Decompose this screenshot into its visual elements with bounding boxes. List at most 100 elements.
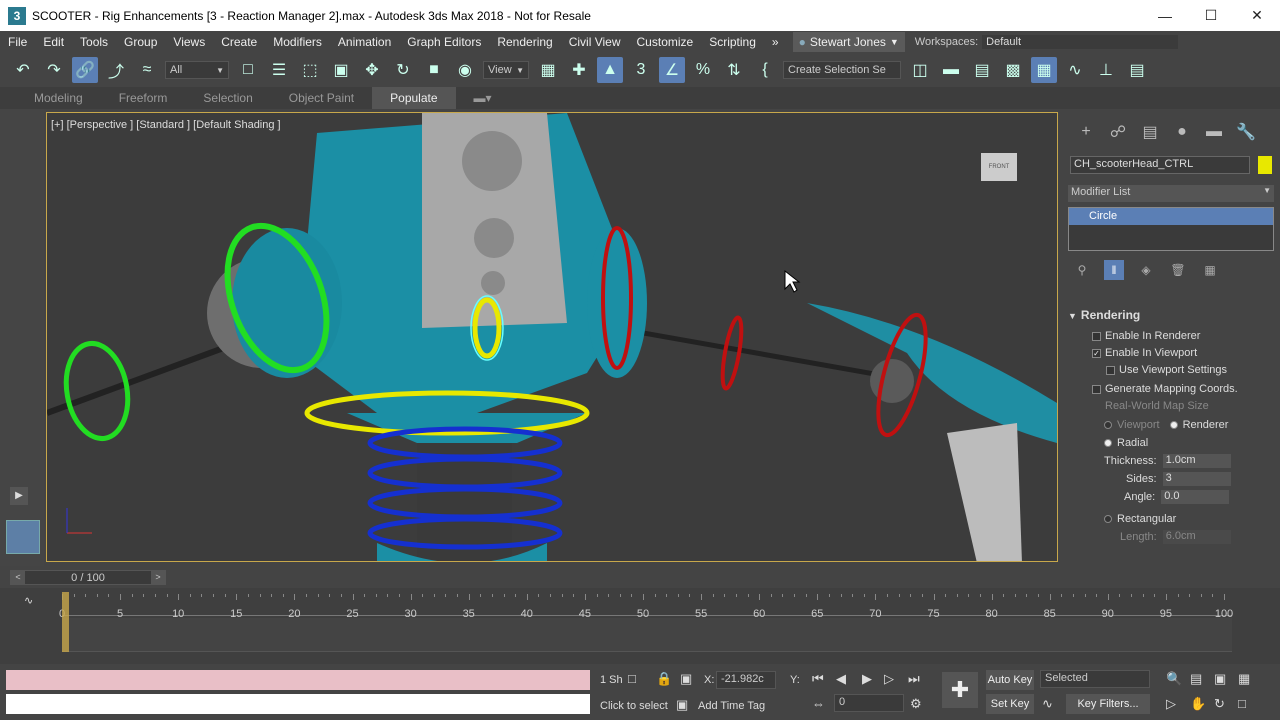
object-name-field[interactable]: CH_scooterHead_CTRL [1070, 156, 1250, 174]
align-icon[interactable]: ▬ [938, 57, 964, 83]
create-tab-icon[interactable]: + [1070, 123, 1102, 141]
stack-item-circle[interactable]: Circle [1069, 208, 1273, 225]
maxscript-listener-input[interactable] [6, 694, 590, 714]
menu-tools[interactable]: Tools [72, 35, 116, 49]
lock-selection-icon[interactable]: 🔒 [656, 671, 672, 687]
next-frame-icon[interactable]: ▷ [884, 671, 894, 687]
reference-coordinate-dropdown[interactable]: View ▼ [483, 61, 529, 79]
zoom-extents-all-icon[interactable]: ▦ [1238, 671, 1250, 687]
show-end-result-icon[interactable]: ‖ [1104, 260, 1124, 280]
keyboard-shortcut-override-icon[interactable]: ▲ [597, 57, 623, 83]
maximize-viewport-icon[interactable]: □ [1238, 696, 1246, 711]
angle-spinner[interactable]: 0.0 [1161, 490, 1230, 504]
unlink-icon[interactable]: ⤴ [103, 57, 129, 83]
next-frame-arrow[interactable]: > [151, 571, 165, 584]
modify-tab-icon[interactable]: ☍ [1102, 122, 1134, 142]
rotate-icon[interactable]: ↻ [390, 57, 416, 83]
default-tangent-icon[interactable]: ∿ [1042, 696, 1053, 712]
ribbon-options-icon[interactable]: ▬▾ [456, 87, 510, 109]
move-icon[interactable]: ✥ [359, 57, 385, 83]
workspace-dropdown[interactable]: Default [982, 35, 1179, 49]
redo-icon[interactable]: ↷ [41, 57, 67, 83]
time-configuration-icon[interactable]: ⚙ [910, 696, 922, 712]
percent-snap-icon[interactable]: % [690, 57, 716, 83]
menu-views[interactable]: Views [165, 35, 213, 49]
configure-modifier-sets-icon[interactable]: ▦ [1200, 260, 1220, 280]
current-time-marker[interactable] [62, 592, 69, 652]
previous-frame-icon[interactable]: ◀ [836, 671, 846, 687]
key-lane[interactable] [62, 618, 1232, 652]
layer-explorer-icon[interactable]: ▩ [1000, 57, 1026, 83]
viewport-radio[interactable] [1104, 421, 1112, 429]
sides-spinner[interactable]: 3 [1162, 472, 1231, 486]
tab-populate[interactable]: Populate [372, 87, 456, 109]
key-filters-button[interactable]: Key Filters... [1066, 694, 1150, 714]
place-icon[interactable]: ◉ [452, 57, 478, 83]
key-mode-dropdown[interactable]: Selected [1040, 670, 1150, 688]
bind-space-warp-icon[interactable]: ≈ [134, 57, 160, 83]
maximize-button[interactable]: ☐ [1188, 7, 1234, 24]
menu-overflow-icon[interactable]: » [764, 35, 787, 49]
ribbon-toggle-icon[interactable]: ▦ [1031, 57, 1057, 83]
rectangular-radio[interactable] [1104, 515, 1112, 523]
go-to-end-icon[interactable]: ⏭ [908, 671, 920, 687]
rendering-rollout-header[interactable]: ▼ Rendering [1068, 308, 1268, 322]
perspective-viewport[interactable]: [+] [Perspective ] [Standard ] [Default … [46, 112, 1058, 562]
add-time-tag[interactable]: Add Time Tag [698, 700, 765, 712]
x-coordinate-field[interactable]: -21.982c [716, 671, 776, 689]
generate-mapping-checkbox[interactable] [1092, 384, 1101, 394]
close-button[interactable]: ✕ [1234, 7, 1280, 24]
spinner-snap-icon[interactable]: ⇅ [721, 57, 747, 83]
curve-editor-mini-icon[interactable]: ∿ [24, 594, 33, 607]
minimize-button[interactable]: — [1142, 8, 1188, 24]
pivot-center-icon[interactable]: ▦ [535, 57, 561, 83]
snaps-toggle-icon[interactable]: 3 [628, 57, 654, 83]
menu-group[interactable]: Group [116, 35, 165, 49]
enable-in-viewport-checkbox[interactable]: ✓ [1092, 348, 1101, 358]
scale-icon[interactable]: ■ [421, 57, 447, 83]
radial-radio[interactable] [1104, 439, 1112, 447]
curve-editor-icon[interactable]: ∿ [1062, 57, 1088, 83]
field-of-view-icon[interactable]: ▷ [1166, 696, 1176, 712]
play-icon[interactable]: ▶ [862, 671, 872, 687]
viewport-layout-button[interactable] [6, 520, 40, 554]
remove-modifier-icon[interactable]: 🗑 [1168, 260, 1188, 280]
orbit-icon[interactable]: ↻ [1214, 696, 1225, 712]
menu-modifiers[interactable]: Modifiers [265, 35, 330, 49]
menu-animation[interactable]: Animation [330, 35, 399, 49]
zoom-extents-icon[interactable]: ▣ [1214, 671, 1226, 687]
key-mode-toggle-icon[interactable]: ⇔ [812, 696, 825, 711]
undo-icon[interactable]: ↶ [10, 57, 36, 83]
rectangular-selection-icon[interactable]: ⬚ [297, 57, 323, 83]
menu-rendering[interactable]: Rendering [489, 35, 560, 49]
tab-object-paint[interactable]: Object Paint [271, 87, 372, 109]
time-slider-bar[interactable]: < 0 / 100 > [10, 570, 166, 585]
menu-civil-view[interactable]: Civil View [561, 35, 629, 49]
thickness-spinner[interactable]: 1.0cm [1162, 454, 1231, 468]
auto-key-button[interactable]: Auto Key [986, 670, 1034, 690]
pin-stack-icon[interactable]: ⚲ [1072, 260, 1092, 280]
tab-modeling[interactable]: Modeling [16, 87, 101, 109]
schematic-view-icon[interactable]: ⊥ [1093, 57, 1119, 83]
named-selection-sets-dropdown[interactable]: Create Selection Se [783, 61, 901, 79]
viewcube[interactable]: FRONT [981, 153, 1017, 181]
motion-tab-icon[interactable]: ● [1166, 123, 1198, 141]
material-editor-icon[interactable]: ▤ [1124, 57, 1150, 83]
isolate-selection-icon[interactable]: □ [628, 671, 636, 686]
scene-explorer-icon[interactable]: ▤ [969, 57, 995, 83]
select-object-icon[interactable]: □ [235, 57, 261, 83]
current-frame-field[interactable]: 0 [834, 694, 904, 712]
menu-scripting[interactable]: Scripting [701, 35, 764, 49]
stick-ring-ctrl[interactable] [719, 315, 745, 391]
pan-icon[interactable]: ✋ [1190, 696, 1206, 712]
modifier-list-dropdown[interactable]: Modifier List ▼ [1068, 185, 1274, 202]
set-key-button[interactable]: Set Key [986, 694, 1034, 714]
select-by-name-icon[interactable]: ☰ [266, 57, 292, 83]
angle-snap-icon[interactable]: ∠ [659, 57, 685, 83]
object-color-swatch[interactable] [1258, 156, 1272, 174]
time-tag-icon[interactable]: ▣ [676, 697, 688, 713]
menu-create[interactable]: Create [213, 35, 265, 49]
menu-graph-editors[interactable]: Graph Editors [399, 35, 489, 49]
selection-filter-dropdown[interactable]: All ▼ [165, 61, 229, 79]
zoom-all-icon[interactable]: ▤ [1190, 671, 1202, 687]
